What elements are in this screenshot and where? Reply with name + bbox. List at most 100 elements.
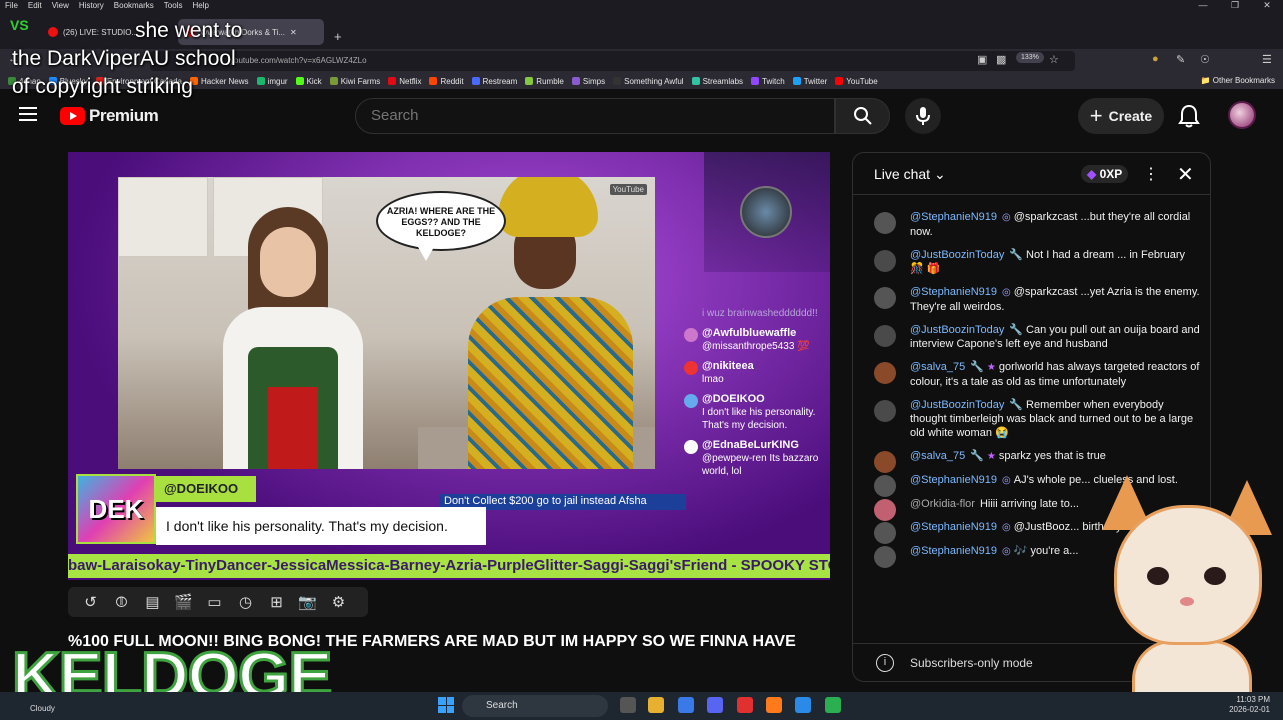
xp-badge[interactable]: ◆ 0XP <box>1081 165 1129 183</box>
speed-icon[interactable]: ◷ <box>235 593 256 611</box>
chat-author[interactable]: @JustBoozinToday <box>910 249 1004 261</box>
user-avatar <box>874 546 896 568</box>
highlight-avatar-box: DEK <box>76 474 156 544</box>
add-icon[interactable]: ⊞ <box>266 593 287 611</box>
close-window-icon[interactable]: ✕ <box>1251 0 1283 11</box>
app-menu-icon[interactable]: ☰ <box>1262 53 1272 66</box>
hamburger-menu-icon[interactable] <box>19 107 37 125</box>
chat-author[interactable]: @Orkidia-flor <box>910 498 975 510</box>
chat-author[interactable]: @StephanieN919 <box>910 521 997 533</box>
microphone-icon <box>916 107 930 125</box>
loop-icon[interactable]: ↺ <box>80 593 101 611</box>
clock-time: 11:03 PM <box>1236 695 1270 704</box>
bookmark-youtube[interactable]: YouTube <box>835 77 878 86</box>
menu-tools[interactable]: Tools <box>159 1 188 10</box>
chat-author[interactable]: @StephanieN919 <box>910 286 997 298</box>
menu-bookmarks[interactable]: Bookmarks <box>109 1 159 10</box>
bookmark-twitter[interactable]: Twitter <box>792 76 828 86</box>
account-avatar[interactable] <box>1228 101 1256 129</box>
taskbar-search[interactable]: Search <box>462 695 608 717</box>
pip-icon[interactable]: ▩ <box>996 53 1006 66</box>
menu-help[interactable]: Help <box>187 1 213 10</box>
live-icon[interactable]: ⦷ <box>111 593 132 611</box>
bookmark-streamlabs[interactable]: Streamlabs <box>691 77 743 86</box>
app-icon[interactable] <box>825 697 841 713</box>
youtube-premium-logo[interactable]: Premium <box>60 106 159 126</box>
names-ticker: baw-Laraisokay-TinyDancer-JessicaMessica… <box>68 554 830 578</box>
weather-widget[interactable]: Cloudy <box>30 704 55 713</box>
notifications-bell-icon[interactable] <box>1178 104 1200 133</box>
user-avatar <box>874 499 896 521</box>
member-badge-icon: ◎ <box>1002 212 1011 223</box>
app-icon[interactable] <box>795 697 811 713</box>
firefox-icon[interactable] <box>766 697 782 713</box>
bookmark-rumble[interactable]: Rumble <box>525 77 564 86</box>
stats-icon[interactable]: ▤ <box>142 593 163 611</box>
task-view-icon[interactable] <box>620 697 636 713</box>
restore-icon[interactable]: ❐ <box>1219 0 1251 11</box>
member-badge-icon: ★ <box>986 451 996 462</box>
bookmark-star-icon[interactable]: ☆ <box>1049 53 1059 66</box>
account-icon[interactable]: ☉ <box>1200 53 1210 66</box>
gem-icon: ◆ <box>1087 167 1097 181</box>
info-icon[interactable]: i <box>876 654 894 672</box>
bookmark-label: Twitter <box>803 76 828 86</box>
screenshot-icon[interactable]: 📷 <box>297 593 318 611</box>
user-avatar <box>874 325 896 347</box>
copilot-icon[interactable] <box>678 697 694 713</box>
bookmark-netflix[interactable]: Netflix <box>388 77 421 86</box>
zoom-level[interactable]: 133% <box>1016 52 1044 63</box>
new-tab-icon[interactable]: + <box>334 29 342 44</box>
more-options-icon[interactable]: ⋮ <box>1143 164 1159 184</box>
search-input[interactable] <box>356 99 834 132</box>
chat-author[interactable]: @salva_75 <box>910 450 965 462</box>
other-bookmarks[interactable]: 📁 Other Bookmarks <box>1201 76 1275 85</box>
theater-icon[interactable]: ▭ <box>204 593 225 611</box>
bookmark-restream[interactable]: Restream <box>471 77 517 86</box>
simps-icon <box>571 77 580 85</box>
chat-author[interactable]: @salva_75 <box>910 361 965 373</box>
extension-icon[interactable]: ● <box>1152 53 1159 65</box>
wrench-badge-icon: 🔧 <box>970 450 984 462</box>
menu-edit[interactable]: Edit <box>23 1 47 10</box>
obs-icon[interactable] <box>737 697 753 713</box>
player-extension-toolbar: ↺ ⦷ ▤ 🎬 ▭ ◷ ⊞ 📷 ⚙ <box>68 587 368 617</box>
chat-author[interactable]: @JustBoozinToday <box>910 399 1004 411</box>
windows-start-icon[interactable] <box>438 697 454 713</box>
discord-icon[interactable] <box>707 697 723 713</box>
chat-author[interactable]: @StephanieN919 <box>910 545 997 557</box>
overlay-chat-item: @DOEIKOO I don't like his personality. Th… <box>682 393 830 432</box>
minimize-icon[interactable]: — <box>1187 0 1219 11</box>
settings-icon[interactable]: ⚙ <box>328 593 349 611</box>
chat-author[interactable]: @JustBoozinToday <box>910 324 1004 336</box>
menu-view[interactable]: View <box>47 1 74 10</box>
create-button[interactable]: + Create <box>1078 98 1164 134</box>
chat-author[interactable]: @StephanieN919 <box>910 211 997 223</box>
menu-history[interactable]: History <box>74 1 109 10</box>
user-avatar <box>874 475 896 497</box>
windows-taskbar: Cloudy Search 11:03 PM 2026-02-01 <box>0 692 1283 720</box>
search-button[interactable] <box>835 98 890 134</box>
bookmark-reddit[interactable]: Reddit <box>429 77 464 86</box>
bookmark-label: Something Awful <box>624 76 684 86</box>
close-chat-icon[interactable]: ✕ <box>1177 162 1194 187</box>
bookmark-twitch[interactable]: Twitch <box>751 77 785 86</box>
taskbar-clock[interactable]: 11:03 PM 2026-02-01 <box>1228 695 1270 715</box>
bookmark-kiwi-farms[interactable]: Kiwi Farms <box>329 76 381 86</box>
menu-file[interactable]: File <box>0 1 23 10</box>
netflix-icon <box>388 77 397 85</box>
bookmark-something-awful[interactable]: Something Awful <box>613 76 684 86</box>
caption-line-2: the DarkViperAU school <box>12 47 236 70</box>
extensions-icon[interactable]: ✎ <box>1176 53 1185 66</box>
overlay-chat-item: @Awfulbluewaffle @missanthrope5433 💯 <box>682 327 830 353</box>
clip-icon[interactable]: 🎬 <box>173 593 194 611</box>
reader-icon[interactable]: ▣ <box>977 53 987 66</box>
bookmark-simps[interactable]: Simps <box>571 77 605 86</box>
chat-author[interactable]: @StephanieN919 <box>910 474 997 486</box>
user-avatar <box>684 361 698 375</box>
bookmark-label: Kiwi Farms <box>340 76 381 86</box>
chat-mode-dropdown[interactable]: Live chat ⌄ <box>874 166 946 183</box>
video-player[interactable]: AZRIA! WHERE ARE THE EGGS?? AND THE KELD… <box>68 152 830 580</box>
voice-search-button[interactable] <box>905 98 941 134</box>
file-explorer-icon[interactable] <box>648 697 664 713</box>
